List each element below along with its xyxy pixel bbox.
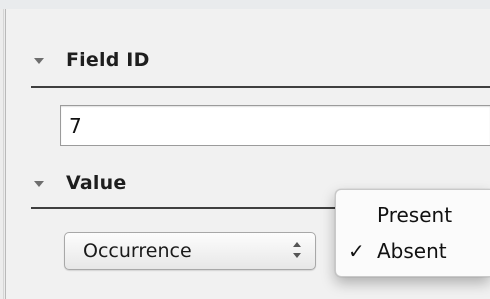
disclosure-triangle-icon[interactable] [34, 181, 44, 187]
field-id-input[interactable]: 7 [60, 105, 490, 146]
menu-item-label: Absent [377, 239, 447, 263]
window-top-strip [0, 0, 490, 9]
value-popup-menu: Present ✓ Absent [335, 189, 490, 277]
disclosure-triangle-icon[interactable] [34, 58, 44, 64]
checkmark-icon: ✓ [348, 239, 365, 263]
up-down-chevron-icon [293, 242, 303, 260]
menu-item-label: Present [377, 203, 453, 227]
value-type-popup[interactable]: Occurrence [64, 232, 316, 270]
panel-divider [3, 9, 4, 299]
field-id-section-header[interactable]: Field ID [30, 48, 490, 78]
menu-item-present[interactable]: Present [336, 199, 490, 231]
field-id-label: Field ID [66, 49, 150, 71]
menu-item-absent[interactable]: ✓ Absent [336, 235, 490, 267]
value-type-selected: Occurrence [83, 240, 192, 262]
field-id-value: 7 [69, 114, 82, 138]
section-divider [31, 86, 490, 88]
value-label: Value [66, 172, 127, 194]
